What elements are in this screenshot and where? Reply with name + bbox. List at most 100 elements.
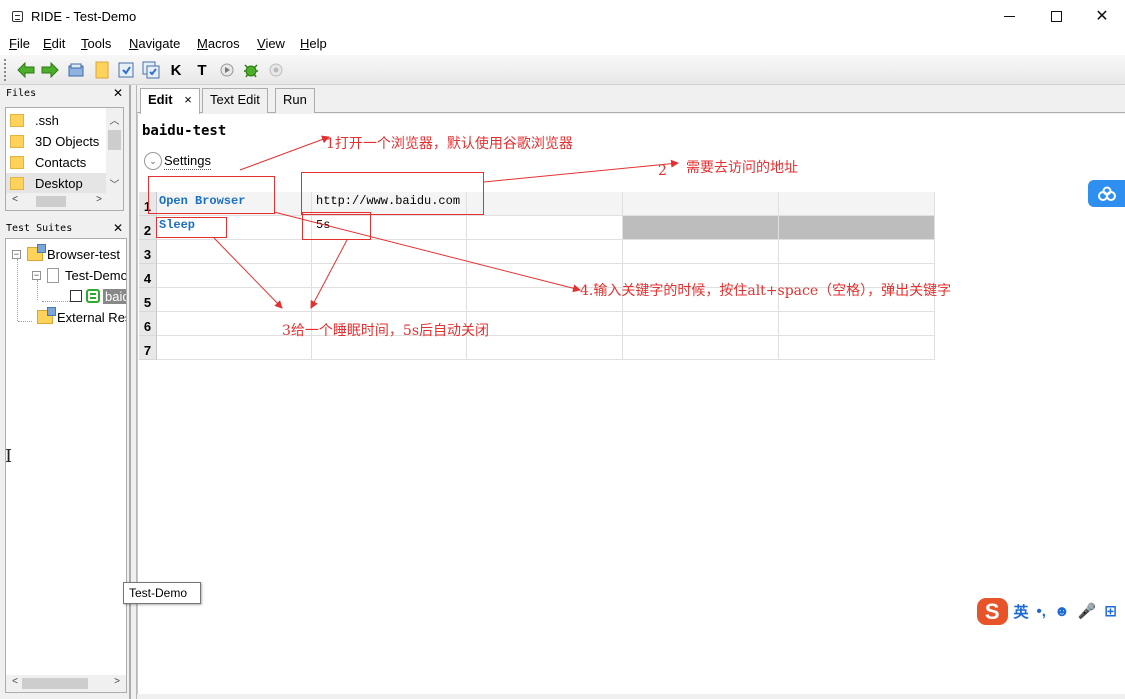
file-item-ssh[interactable]: .ssh [6,110,106,131]
grid-cell[interactable] [779,192,935,216]
scroll-thumb[interactable] [108,130,121,150]
grid-cell[interactable] [623,312,779,336]
menu-help[interactable]: Help [300,36,327,51]
grid-cell[interactable] [779,312,935,336]
tab-close-icon[interactable]: × [184,92,192,107]
row-number[interactable]: 2 [139,216,157,240]
grid-cell[interactable] [467,216,623,240]
row-number[interactable]: 4 [139,264,157,288]
ime-language-toggle[interactable]: 英 [1014,601,1029,622]
tree-item-browser-test[interactable]: − Browser-test [12,244,120,264]
row-number[interactable]: 6 [139,312,157,336]
tab-edit[interactable]: Edit × [140,88,200,114]
menu-macros-mnemonic: M [197,36,208,51]
scroll-thumb[interactable] [36,196,66,207]
tab-text-edit[interactable]: Text Edit [202,88,268,113]
ime-toolbar[interactable]: S 英 •, ☻ 🎤 ⊞ [977,597,1125,625]
external-resources-icon [37,307,56,324]
open-directory-icon[interactable] [92,60,112,80]
grid-cell[interactable] [157,240,312,264]
file-item-3d-objects[interactable]: 3D Objects [6,131,106,152]
collapse-icon[interactable]: − [12,249,21,259]
grid-cell[interactable] [312,240,467,264]
menu-navigate[interactable]: Navigate [129,36,180,51]
text-cursor-icon: I [5,446,13,467]
grid-cell[interactable] [623,216,779,240]
row-number[interactable]: 3 [139,240,157,264]
settings-toggle[interactable]: ⌄ Settings [144,152,211,170]
tree-item-test-demo[interactable]: − Test-Demo [32,265,126,285]
tab-run[interactable]: Run [275,88,315,113]
menu-macros[interactable]: Macros [197,36,240,51]
scroll-up-icon[interactable]: ︿ [106,112,123,127]
menu-navigate-rest: avigate [138,36,181,51]
scroll-left-icon[interactable]: < [8,194,22,205]
grid-cell[interactable] [779,216,935,240]
tree-item-baidu-test[interactable]: baidu-test [70,286,126,306]
grid-cell[interactable] [157,288,312,312]
scroll-left-icon[interactable]: < [8,676,22,687]
files-list[interactable]: .ssh 3D Objects Contacts Desktop ︿ ﹀ < > [5,107,124,211]
run-icon[interactable] [217,60,237,80]
annotation-box-url [301,172,484,215]
search-keywords-icon[interactable]: K [166,60,186,80]
grid-cell[interactable] [467,312,623,336]
grid-cell[interactable] [157,264,312,288]
grid-cell[interactable] [312,288,467,312]
folder-icon [10,135,24,148]
scroll-down-icon[interactable]: ﹀ [106,176,123,191]
ime-emoji-icon[interactable]: ☻ [1054,603,1070,620]
file-item-desktop[interactable]: Desktop [6,173,106,194]
grid-cell[interactable] [779,336,935,360]
scroll-right-icon[interactable]: > [92,194,106,205]
search-tests-icon[interactable]: T [192,60,212,80]
menu-view[interactable]: View [257,36,285,51]
back-arrow-icon[interactable] [16,60,36,80]
open-suite-icon[interactable] [66,60,86,80]
grid-cell[interactable] [467,336,623,360]
scroll-right-icon[interactable]: > [110,676,124,687]
stop-icon[interactable] [266,60,286,80]
ime-microphone-icon[interactable]: 🎤 [1078,602,1097,620]
files-vertical-scrollbar[interactable]: ︿ ﹀ [106,108,123,194]
grid-cell[interactable] [312,264,467,288]
test-suites-tree[interactable]: − Browser-test − Test-Demo baidu-test Ex… [5,238,127,693]
grid-cell[interactable] [467,240,623,264]
collapse-icon[interactable]: − [32,270,41,280]
grid-cell[interactable] [623,240,779,264]
maximize-button[interactable] [1033,0,1079,33]
save-all-icon[interactable] [141,60,161,80]
scroll-thumb[interactable] [22,678,88,689]
toolbar: K T [0,55,1125,85]
close-button[interactable]: ✕ [1079,0,1125,33]
file-item-contacts[interactable]: Contacts [6,152,106,173]
grid-cell[interactable] [623,192,779,216]
tree-item-external-resources[interactable]: External Resources [37,307,126,327]
tree-horizontal-scrollbar[interactable]: < > [6,675,126,692]
files-panel-close-icon[interactable]: ✕ [113,85,123,102]
grid-cell[interactable] [779,240,935,264]
save-icon[interactable] [116,60,136,80]
row-number[interactable]: 5 [139,288,157,312]
toolbar-grip[interactable] [4,59,7,81]
cloud-link-icon [1097,186,1116,201]
menu-edit-mnemonic: E [43,36,52,51]
debug-icon[interactable] [241,60,261,80]
test-checkbox[interactable] [70,290,82,302]
grid-cell[interactable] [623,336,779,360]
menu-file[interactable]: File [9,36,30,51]
file-item-label: Contacts [35,155,87,170]
grid-cell[interactable] [467,192,623,216]
ime-punctuation-icon[interactable]: •, [1037,603,1046,620]
row-number[interactable]: 7 [139,336,157,360]
expand-icon[interactable]: ⌄ [144,152,162,170]
side-widget[interactable] [1088,180,1125,207]
files-horizontal-scrollbar[interactable]: < > [6,193,123,210]
minimize-button[interactable] [986,0,1032,33]
forward-arrow-icon[interactable] [40,60,60,80]
menu-tools[interactable]: Tools [81,36,111,51]
ime-more-icon[interactable]: ⊞ [1104,602,1117,620]
menu-edit[interactable]: Edit [43,36,65,51]
suites-panel-close-icon[interactable]: ✕ [113,220,123,237]
sogou-logo-icon[interactable]: S [977,597,1008,625]
